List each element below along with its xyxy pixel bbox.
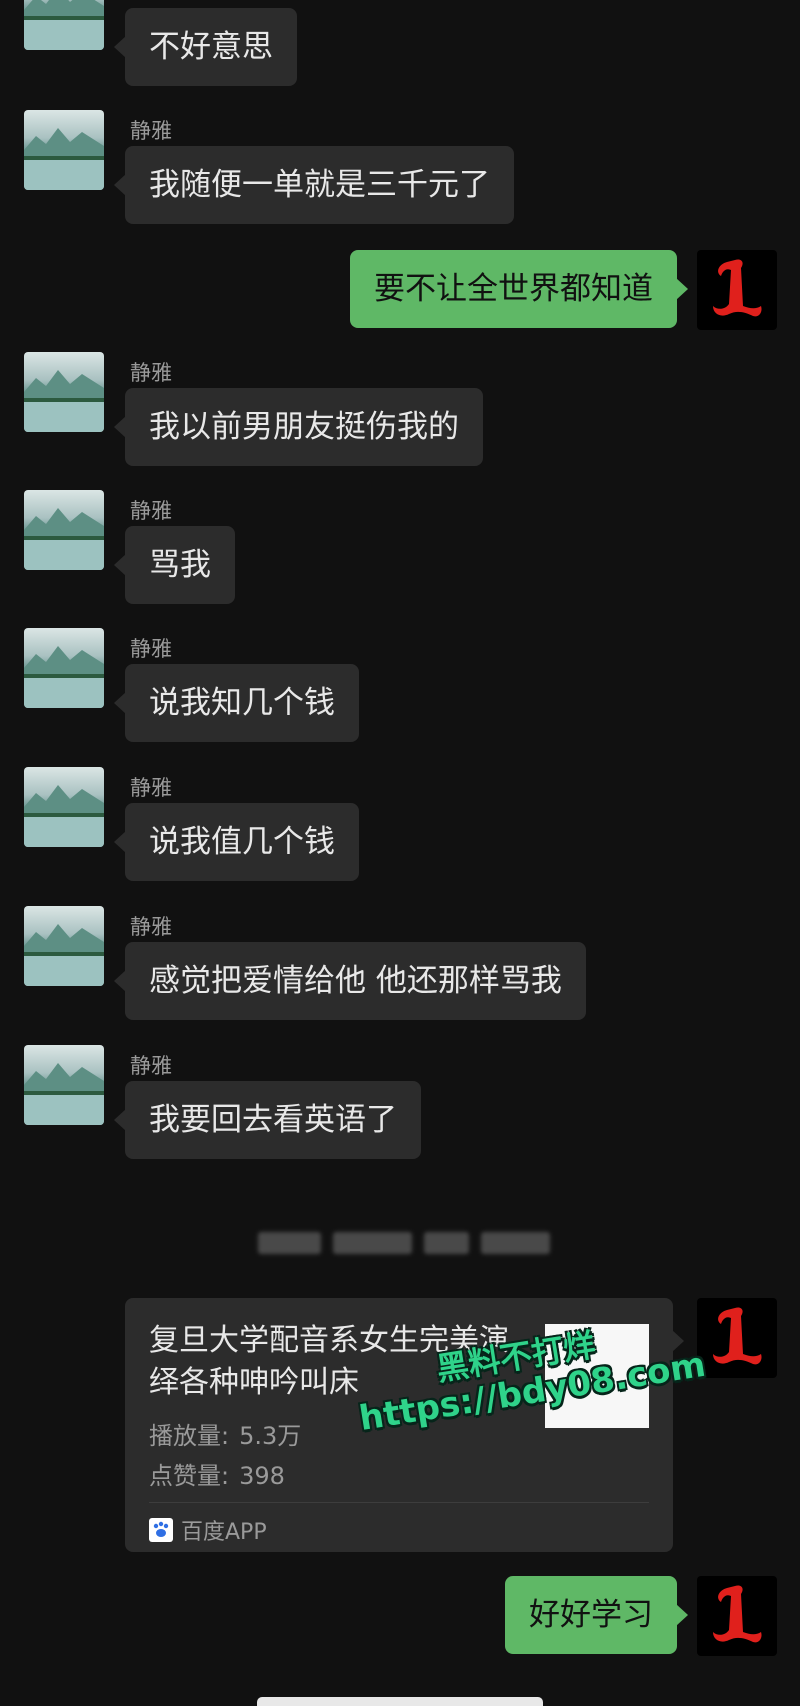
sender-name: 静雅	[130, 776, 172, 800]
contact-avatar[interactable]	[24, 110, 104, 190]
landscape-avatar-icon	[24, 508, 104, 570]
sender-name: 静雅	[130, 1054, 172, 1078]
landscape-avatar-icon	[24, 0, 104, 50]
landscape-avatar-icon	[24, 1063, 104, 1125]
contact-avatar[interactable]	[24, 490, 104, 570]
message-bubble[interactable]: 不好意思	[114, 8, 297, 86]
my-avatar[interactable]	[697, 250, 777, 330]
sender-name: 静雅	[130, 637, 172, 661]
contact-avatar[interactable]	[24, 0, 104, 50]
likes-label: 点赞量:	[149, 1462, 230, 1490]
message-bubble[interactable]: 说我知几个钱	[114, 664, 359, 742]
contact-avatar[interactable]	[24, 906, 104, 986]
message-bubble[interactable]: 骂我	[114, 526, 235, 604]
landscape-avatar-icon	[24, 785, 104, 847]
source-label: 百度APP	[181, 1520, 267, 1545]
sender-name: 静雅	[130, 361, 172, 385]
card-source: 百度APP	[149, 1514, 267, 1546]
sender-name: 静雅	[130, 499, 172, 523]
message-bubble[interactable]: 说我值几个钱	[114, 803, 359, 881]
landscape-avatar-icon	[24, 924, 104, 986]
message-bubble[interactable]: 我要回去看英语了	[114, 1081, 421, 1159]
landscape-avatar-icon	[24, 128, 104, 190]
my-avatar[interactable]	[697, 1576, 777, 1656]
message-bubble[interactable]: 我随便一单就是三千元了	[114, 146, 514, 224]
landscape-avatar-icon	[24, 370, 104, 432]
card-likes: 点赞量: 398	[149, 1456, 285, 1491]
sender-name: 静雅	[130, 119, 172, 143]
gothic-letter-l-avatar-icon	[713, 259, 762, 317]
landscape-avatar-icon	[24, 646, 104, 708]
message-bubble[interactable]: 感觉把爱情给他 他还那样骂我	[114, 942, 586, 1020]
gothic-letter-l-avatar-icon	[713, 1307, 762, 1365]
contact-avatar[interactable]	[24, 1045, 104, 1125]
card-divider	[149, 1502, 649, 1503]
plays-label: 播放量:	[149, 1422, 230, 1450]
plays-value: 5.3万	[239, 1422, 302, 1450]
home-indicator[interactable]	[257, 1697, 543, 1706]
message-bubble[interactable]: 我以前男朋友挺伤我的	[114, 388, 483, 466]
contact-avatar[interactable]	[24, 628, 104, 708]
my-avatar[interactable]	[697, 1298, 777, 1378]
my-message-bubble[interactable]: 好好学习	[505, 1576, 688, 1654]
baidu-paw-icon	[149, 1518, 173, 1542]
gothic-letter-l-avatar-icon	[713, 1585, 762, 1643]
card-plays: 播放量: 5.3万	[149, 1416, 301, 1451]
blurred-timestamp	[258, 1228, 550, 1258]
sender-name: 静雅	[130, 915, 172, 939]
contact-avatar[interactable]	[24, 352, 104, 432]
my-message-bubble[interactable]: 要不让全世界都知道	[350, 250, 688, 328]
contact-avatar[interactable]	[24, 767, 104, 847]
likes-value: 398	[239, 1462, 285, 1490]
